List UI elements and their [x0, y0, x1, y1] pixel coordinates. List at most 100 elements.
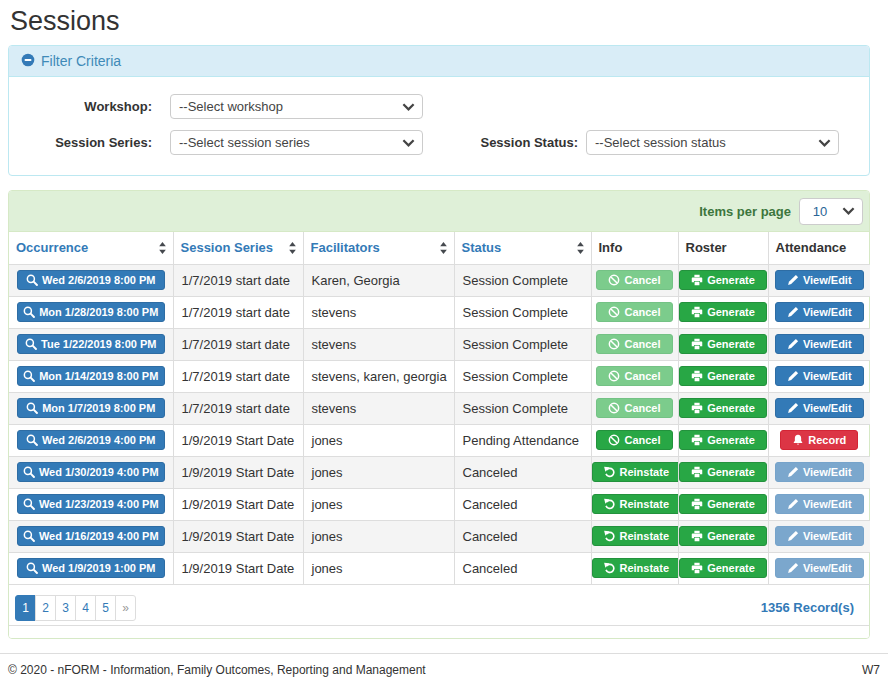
attendance-button[interactable]: View/Edit: [775, 270, 864, 290]
button-label: Wed 2/6/2019 4:00 PM: [42, 434, 156, 446]
page-button-4[interactable]: 4: [75, 595, 96, 621]
pencil-icon: [787, 562, 799, 574]
roster-button[interactable]: Generate: [679, 398, 767, 418]
roster-button[interactable]: Generate: [679, 430, 767, 450]
attendance-button[interactable]: View/Edit: [775, 558, 864, 578]
button-label: Tue 1/22/2019 8:00 PM: [41, 338, 156, 350]
info-button[interactable]: Cancel: [596, 270, 672, 290]
info-cell: Cancel: [591, 296, 678, 328]
info-cell: Cancel: [591, 264, 678, 296]
info-button[interactable]: Reinstate: [592, 526, 679, 546]
attendance-button[interactable]: View/Edit: [775, 462, 864, 482]
occurrence-button[interactable]: Wed 2/6/2019 4:00 PM: [17, 430, 165, 450]
filter-panel-header[interactable]: Filter Criteria: [9, 46, 869, 77]
info-button[interactable]: Cancel: [596, 334, 672, 354]
button-label: View/Edit: [803, 498, 852, 510]
sort-icon[interactable]: [158, 241, 167, 255]
status-cell: Session Complete: [454, 328, 591, 360]
sort-icon[interactable]: [576, 241, 585, 255]
page-button-1[interactable]: 1: [15, 595, 36, 621]
attendance-button[interactable]: View/Edit: [775, 334, 864, 354]
occurrence-cell: Wed 2/6/2019 8:00 PM: [9, 264, 173, 296]
attendance-button[interactable]: View/Edit: [775, 526, 864, 546]
items-per-page-select[interactable]: 10: [799, 198, 863, 225]
info-button[interactable]: Cancel: [596, 430, 672, 450]
roster-cell: Generate: [678, 392, 768, 424]
attendance-button[interactable]: Record: [780, 430, 858, 450]
button-label: Wed 1/23/2019 4:00 PM: [39, 498, 159, 510]
sort-icon[interactable]: [439, 241, 448, 255]
page-button-3[interactable]: 3: [55, 595, 76, 621]
occurrence-cell: Wed 1/9/2019 1:00 PM: [9, 552, 173, 584]
sessions-panel-header: Items per page 10: [9, 191, 869, 232]
roster-button[interactable]: Generate: [679, 462, 767, 482]
series-cell: 1/9/2019 Start Date: [173, 520, 303, 552]
roster-button[interactable]: Generate: [679, 494, 767, 514]
occurrence-cell: Wed 1/16/2019 4:00 PM: [9, 520, 173, 552]
info-button[interactable]: Cancel: [596, 302, 672, 322]
page-button-5[interactable]: 5: [95, 595, 116, 621]
series-cell: 1/7/2019 start date: [173, 264, 303, 296]
page-button-next[interactable]: »: [115, 595, 136, 621]
column-header-occurrence[interactable]: Occurrence: [9, 232, 173, 264]
session-series-select[interactable]: --Select session series: [170, 130, 423, 155]
session-status-select-value: --Select session status: [595, 135, 726, 150]
occurrence-button[interactable]: Mon 1/28/2019 8:00 PM: [17, 302, 165, 322]
occurrence-button[interactable]: Mon 1/14/2019 8:00 PM: [17, 366, 165, 386]
attendance-button[interactable]: View/Edit: [775, 398, 864, 418]
roster-button[interactable]: Generate: [679, 334, 767, 354]
column-header-session-series[interactable]: Session Series: [173, 232, 303, 264]
occurrence-cell: Mon 1/28/2019 8:00 PM: [9, 296, 173, 328]
occurrence-button[interactable]: Wed 1/23/2019 4:00 PM: [17, 494, 165, 514]
series-cell: 1/9/2019 Start Date: [173, 552, 303, 584]
roster-button[interactable]: Generate: [679, 526, 767, 546]
occurrence-button[interactable]: Wed 1/16/2019 4:00 PM: [17, 526, 165, 546]
attendance-button[interactable]: View/Edit: [775, 366, 864, 386]
attendance-cell: Record: [768, 424, 870, 456]
series-cell: 1/7/2019 start date: [173, 328, 303, 360]
printer-icon: [691, 530, 703, 542]
occurrence-cell: Wed 1/30/2019 4:00 PM: [9, 456, 173, 488]
roster-cell: Generate: [678, 488, 768, 520]
printer-icon: [691, 402, 703, 414]
ban-icon: [608, 402, 620, 414]
occurrence-button[interactable]: Tue 1/22/2019 8:00 PM: [17, 334, 165, 354]
info-button[interactable]: Reinstate: [592, 462, 679, 482]
pencil-icon: [787, 466, 799, 478]
info-button[interactable]: Reinstate: [592, 494, 679, 514]
ban-icon: [608, 434, 620, 446]
facilitators-cell: jones: [303, 520, 454, 552]
sort-icon[interactable]: [288, 241, 297, 255]
roster-button[interactable]: Generate: [679, 366, 767, 386]
button-label: Cancel: [624, 434, 660, 446]
session-status-select[interactable]: --Select session status: [586, 130, 839, 155]
page-button-2[interactable]: 2: [35, 595, 56, 621]
chevron-down-icon: [842, 207, 855, 216]
collapse-minus-icon[interactable]: [21, 53, 35, 70]
printer-icon: [691, 370, 703, 382]
roster-cell: Generate: [678, 296, 768, 328]
session-series-label: Session Series:: [24, 135, 152, 150]
info-button[interactable]: Reinstate: [592, 558, 679, 578]
workshop-select[interactable]: --Select workshop: [170, 94, 423, 119]
table-row: Mon 1/7/2019 8:00 PM1/7/2019 start dates…: [9, 392, 870, 424]
info-cell: Cancel: [591, 328, 678, 360]
column-header-facilitators[interactable]: Facilitators: [303, 232, 454, 264]
undo-icon: [604, 530, 616, 542]
roster-button[interactable]: Generate: [679, 558, 767, 578]
button-label: Generate: [707, 562, 755, 574]
attendance-cell: View/Edit: [768, 520, 870, 552]
button-label: Generate: [707, 434, 755, 446]
attendance-button[interactable]: View/Edit: [775, 494, 864, 514]
copyright-text: © 2020 - nFORM - Information, Family Out…: [8, 663, 426, 677]
column-header-status[interactable]: Status: [454, 232, 591, 264]
occurrence-button[interactable]: Wed 2/6/2019 8:00 PM: [17, 270, 165, 290]
attendance-button[interactable]: View/Edit: [775, 302, 864, 322]
info-button[interactable]: Cancel: [596, 366, 672, 386]
info-button[interactable]: Cancel: [596, 398, 672, 418]
roster-button[interactable]: Generate: [679, 270, 767, 290]
roster-button[interactable]: Generate: [679, 302, 767, 322]
occurrence-button[interactable]: Wed 1/30/2019 4:00 PM: [17, 462, 165, 482]
occurrence-button[interactable]: Wed 1/9/2019 1:00 PM: [17, 558, 165, 578]
occurrence-button[interactable]: Mon 1/7/2019 8:00 PM: [17, 398, 165, 418]
